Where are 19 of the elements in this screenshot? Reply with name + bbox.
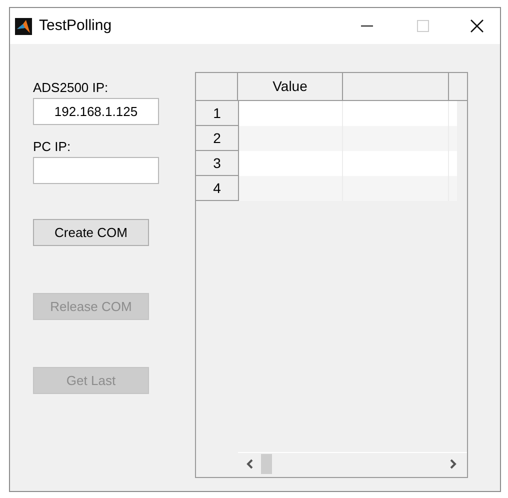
table-row[interactable] bbox=[239, 151, 457, 176]
text-field[interactable] bbox=[33, 157, 159, 184]
push-button[interactable]: Create COM bbox=[33, 219, 149, 246]
column-header[interactable]: Value bbox=[238, 73, 343, 100]
scroll-left-icon[interactable] bbox=[246, 458, 254, 468]
horizontal-scrollbar[interactable] bbox=[238, 452, 467, 474]
table-row[interactable] bbox=[239, 126, 457, 151]
close-icon bbox=[470, 19, 484, 33]
text-field[interactable]: 192.168.1.125 bbox=[33, 98, 159, 125]
table-row[interactable] bbox=[239, 176, 457, 201]
table-row[interactable] bbox=[239, 101, 457, 126]
window-title: TestPolling bbox=[39, 16, 112, 36]
scroll-thumb[interactable] bbox=[261, 454, 272, 474]
scroll-right-icon[interactable] bbox=[449, 458, 457, 468]
minimize-icon bbox=[361, 25, 373, 27]
maximize-icon bbox=[417, 20, 429, 32]
field-label: PC IP: bbox=[33, 140, 72, 154]
app-logo-icon bbox=[15, 18, 32, 34]
field-label: ADS2500 IP: bbox=[33, 81, 110, 95]
